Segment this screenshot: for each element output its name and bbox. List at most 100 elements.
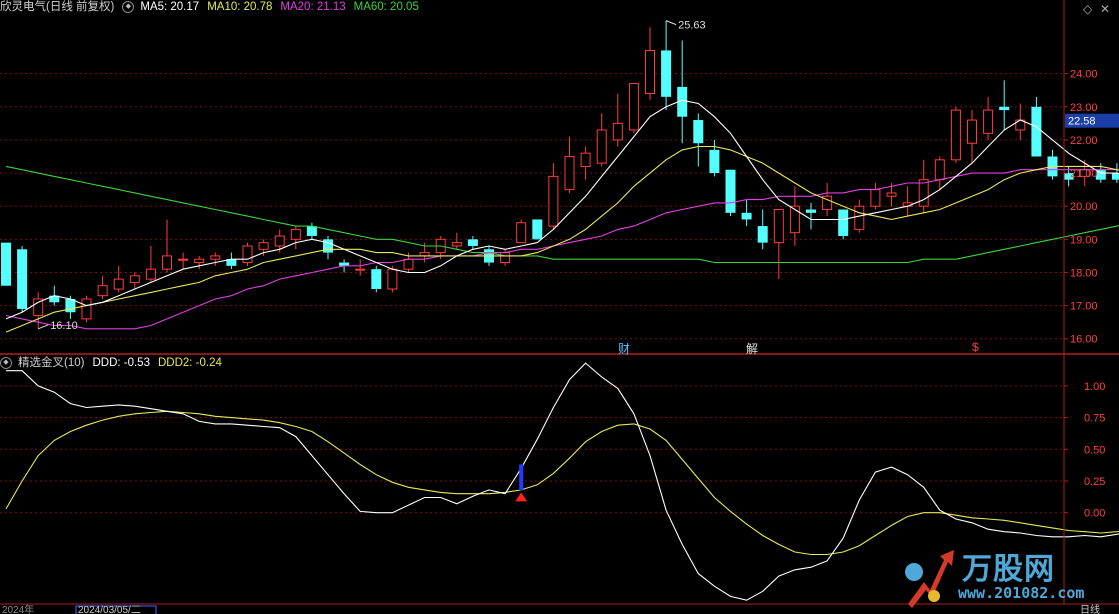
ma10-line xyxy=(5,145,1119,333)
candle-up[interactable] xyxy=(242,245,253,264)
watermark-brand: 万股网 xyxy=(962,552,1055,587)
stock-title[interactable]: 欣灵电气(日线 前复权) xyxy=(0,0,114,14)
ma60-legend: MA60: 20.05 xyxy=(353,1,419,13)
indicator-settings-icon[interactable]: ◆ xyxy=(0,357,12,369)
candle-up[interactable] xyxy=(97,285,108,297)
bull-logo-icon xyxy=(905,550,954,608)
tag-cai[interactable]: 财 xyxy=(618,340,630,357)
candle-up[interactable] xyxy=(451,242,462,247)
price-tick-label: 19.00 xyxy=(1070,234,1098,246)
candle-up[interactable] xyxy=(886,192,897,197)
candle-down[interactable] xyxy=(806,209,816,213)
candle-down[interactable] xyxy=(838,209,849,237)
candle-down[interactable] xyxy=(1111,173,1119,180)
indicator-title[interactable]: 精选金叉(10) xyxy=(18,356,84,370)
candle-up[interactable] xyxy=(580,152,591,167)
price-tick-label: 17.00 xyxy=(1070,301,1098,313)
ddd2-legend: DDD2: -0.24 xyxy=(157,357,222,369)
low-label: 16.10 xyxy=(50,320,78,332)
indicator-tick-label: 0.00 xyxy=(1084,508,1105,520)
candle-up[interactable] xyxy=(145,268,156,280)
candle-up[interactable] xyxy=(854,205,865,230)
candle-up[interactable] xyxy=(950,109,961,161)
ma5-legend: MA5: 20.17 xyxy=(140,1,200,13)
candle-up[interactable] xyxy=(178,258,189,261)
candle-up[interactable] xyxy=(81,298,92,320)
high-pointer xyxy=(665,20,677,26)
candle-down[interactable] xyxy=(17,249,28,309)
candle-down[interactable] xyxy=(999,106,1010,111)
candle-up[interactable] xyxy=(258,242,269,250)
price-panel-header: 欣灵电气(日线 前复权) ◆ MA5: 20.17 MA10: 20.78 MA… xyxy=(0,0,427,14)
candle-down[interactable] xyxy=(532,219,543,240)
candle-down[interactable] xyxy=(1,242,11,286)
candle-up[interactable] xyxy=(162,255,172,270)
indicator-tick-label: 0.25 xyxy=(1084,476,1105,488)
candle-up[interactable] xyxy=(548,175,559,227)
ma10-legend: MA10: 20.78 xyxy=(207,1,273,13)
golden-cross-signal xyxy=(515,464,528,502)
signal-triangle xyxy=(515,492,528,502)
high-label: 25.63 xyxy=(678,20,706,32)
indicator-tick-label: 1.00 xyxy=(1084,381,1105,393)
candle-up[interactable] xyxy=(918,179,929,207)
panel-frames xyxy=(0,0,1119,605)
candle-up[interactable] xyxy=(645,49,655,95)
low-pointer xyxy=(38,324,49,330)
indicator-tick-label: 0.50 xyxy=(1084,444,1105,456)
current-price-label: 22.58 xyxy=(1068,116,1096,128)
stock-chart-canvas: 24.00 23.00 22.00 21.00 20.00 19.00 18.00 17.00… xyxy=(0,0,1119,614)
candle-up[interactable] xyxy=(628,83,639,131)
price-tick-label: 16.00 xyxy=(1070,334,1098,346)
price-tick-label: 20.00 xyxy=(1070,201,1098,213)
candle-up[interactable] xyxy=(129,275,140,283)
indicator-tick-label: 0.75 xyxy=(1084,413,1105,425)
candle-down[interactable] xyxy=(693,120,704,144)
watermark-url: www.201082.com xyxy=(958,584,1085,602)
settings-icon[interactable]: ◆ xyxy=(122,1,135,13)
candle-up[interactable] xyxy=(210,255,221,260)
close-icon[interactable]: ✕ xyxy=(1100,2,1110,16)
price-tick-label: 23.00 xyxy=(1070,102,1098,114)
candle-up[interactable] xyxy=(967,119,977,144)
candle-up[interactable] xyxy=(612,122,623,141)
diamond-icon[interactable]: ◇ xyxy=(1083,2,1092,16)
candle-down[interactable] xyxy=(741,212,752,220)
candlestick-series[interactable] xyxy=(1,20,1119,329)
tag-dollar[interactable]: $ xyxy=(972,340,979,354)
watermark: 万股网 www.201082.com xyxy=(900,542,1115,612)
candle-up[interactable] xyxy=(934,159,945,181)
candle-up[interactable] xyxy=(773,209,784,244)
candle-down[interactable] xyxy=(757,226,768,243)
candle-down[interactable] xyxy=(371,269,382,290)
axis-labels: 24.00 23.00 22.00 21.00 20.00 19.00 18.00 17.00… xyxy=(1064,69,1119,520)
candle-down[interactable] xyxy=(1031,106,1042,157)
candle-down[interactable] xyxy=(709,149,720,174)
price-tick-label: 21.00 xyxy=(1070,168,1098,180)
indicator-panel-header: ◆ 精选金叉(10) DDD: -0.53 DDD2: -0.24 xyxy=(0,356,230,370)
candle-up[interactable] xyxy=(387,268,398,290)
candle-up[interactable] xyxy=(355,268,366,271)
candle-up[interactable] xyxy=(194,258,205,264)
ma20-legend: MA20: 21.13 xyxy=(280,1,346,13)
ma60-line xyxy=(5,165,1119,264)
ddd2-line xyxy=(5,410,1119,556)
tag-jie[interactable]: 解 xyxy=(746,340,758,357)
candle-up[interactable] xyxy=(516,222,527,244)
signal-bar xyxy=(519,464,524,491)
candle-down[interactable] xyxy=(661,50,672,97)
candle-up[interactable] xyxy=(403,258,414,270)
candle-up[interactable] xyxy=(500,252,511,264)
candle-down[interactable] xyxy=(306,226,317,237)
candle-up[interactable] xyxy=(274,235,285,247)
candle-up[interactable] xyxy=(290,228,301,240)
candle-down[interactable] xyxy=(467,239,478,246)
price-tick-label: 18.00 xyxy=(1070,267,1098,279)
candle-down[interactable] xyxy=(725,169,736,213)
candle-up[interactable] xyxy=(870,189,881,207)
candle-up[interactable] xyxy=(983,109,994,134)
candle-up[interactable] xyxy=(596,129,607,164)
candle-up[interactable] xyxy=(789,205,800,234)
candle-up[interactable] xyxy=(113,278,124,290)
candle-up[interactable] xyxy=(564,155,575,191)
